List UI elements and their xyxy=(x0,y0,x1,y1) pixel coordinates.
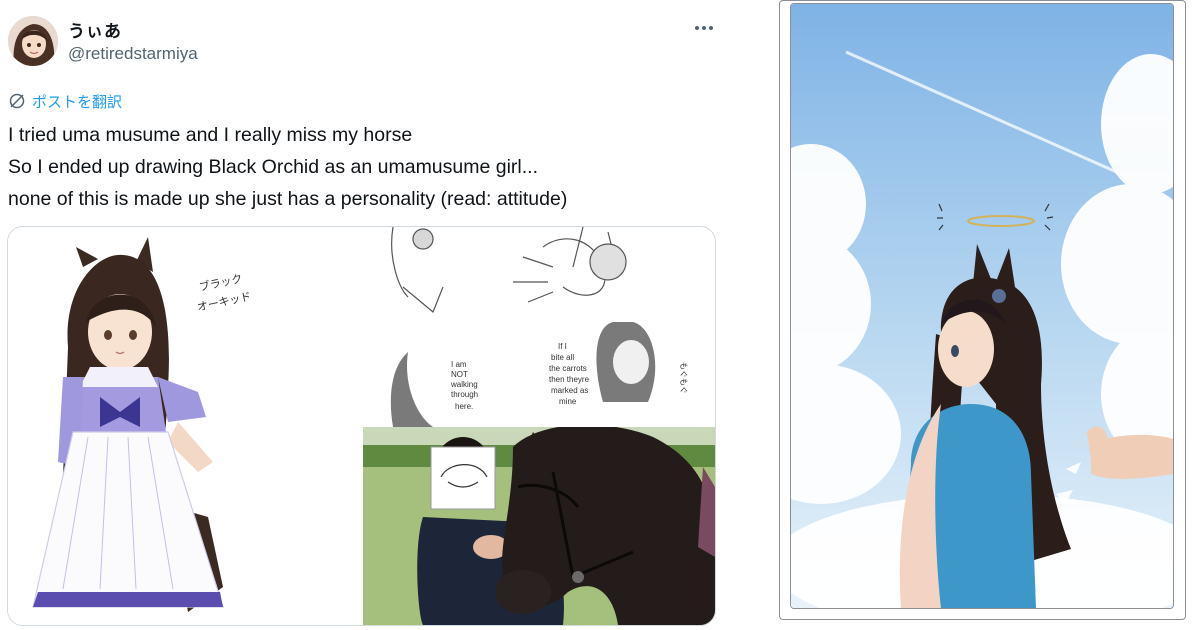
comic-doodles-illustration: I am NOT walking through here. If I bite… xyxy=(363,227,715,427)
comic-text: もぐもぐ xyxy=(679,362,688,394)
media-image-horse-photo[interactable] xyxy=(363,427,715,625)
tweet: うぃあ @retiredstarmiya ポストを翻訳 I tried uma … xyxy=(0,0,730,630)
tweet-text-line: So I ended up drawing Black Orchid as an… xyxy=(8,156,539,178)
character-sketch-illustration: ブラック オーキッド xyxy=(8,227,363,625)
side-artwork-frame xyxy=(790,3,1174,609)
tweet-text-line: I tried uma musume and I really miss my … xyxy=(8,124,413,146)
comic-text: then theyre xyxy=(549,375,590,384)
translate-post-button[interactable]: ポストを翻訳 xyxy=(8,91,122,111)
translate-globe-icon xyxy=(9,93,25,109)
horse-girl-artwork xyxy=(791,4,1173,608)
comic-text: through xyxy=(451,390,478,399)
comic-text: mine xyxy=(559,397,577,406)
media-grid: ブラック オーキッド I am NOT walking through here… xyxy=(7,226,716,626)
avatar-illustration xyxy=(8,16,58,66)
avatar[interactable] xyxy=(8,16,58,66)
horse-photo xyxy=(363,427,715,625)
more-options-button[interactable] xyxy=(690,18,718,38)
user-handle[interactable]: @retiredstarmiya xyxy=(68,44,198,64)
media-image-comic-doodles[interactable]: I am NOT walking through here. If I bite… xyxy=(363,227,715,427)
more-horizontal-icon xyxy=(695,26,699,30)
comic-text: walking xyxy=(450,380,478,389)
tweet-text: I tried uma musume and I really miss my … xyxy=(8,119,718,215)
comic-text: marked as xyxy=(551,386,588,395)
comic-text: If I xyxy=(558,342,567,351)
comic-text: here. xyxy=(455,402,473,411)
comic-text: I am xyxy=(451,360,467,369)
tweet-text-line: none of this is made up she just has a p… xyxy=(8,188,568,210)
comic-text: bite all xyxy=(551,353,574,362)
comic-text: the carrots xyxy=(549,364,587,373)
more-horizontal-icon xyxy=(702,26,706,30)
translate-post-label: ポストを翻訳 xyxy=(32,93,123,111)
more-horizontal-icon xyxy=(709,26,713,30)
display-name[interactable]: うぃあ xyxy=(68,17,122,42)
comic-text: NOT xyxy=(451,370,468,379)
media-image-character-sketch[interactable]: ブラック オーキッド xyxy=(8,227,363,625)
side-artwork-card[interactable] xyxy=(779,0,1186,620)
